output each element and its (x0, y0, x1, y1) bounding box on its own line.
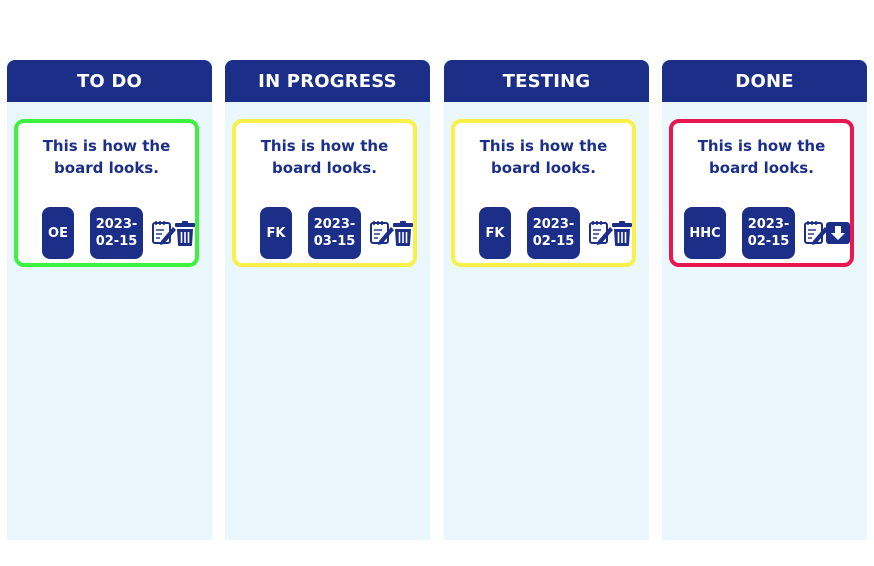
column-testing: TESTING This is how the board looks. FK … (444, 60, 649, 540)
assignee-badge: OE (42, 207, 74, 259)
task-card[interactable]: This is how the board looks. HHC 2023-02… (669, 119, 854, 267)
date-badge: 2023-02-15 (742, 207, 795, 259)
column-header-in-progress: IN PROGRESS (225, 60, 430, 102)
kanban-board: TO DO This is how the board looks. OE 20… (0, 0, 874, 566)
assignee-badge: HHC (684, 207, 726, 259)
column-header-done: DONE (662, 60, 867, 102)
task-card[interactable]: This is how the board looks. OE 2023-02-… (14, 119, 199, 267)
task-card[interactable]: This is how the board looks. FK 2023-03-… (232, 119, 417, 267)
date-badge: 2023-02-15 (90, 207, 143, 259)
task-card[interactable]: This is how the board looks. FK 2023-02-… (451, 119, 636, 267)
assignee-badge: FK (479, 207, 511, 259)
card-text: This is how the board looks. (260, 137, 389, 177)
assignee-badge: FK (260, 207, 292, 259)
column-done: DONE This is how the board looks. HHC 20… (662, 60, 867, 540)
column-header-todo: TO DO (7, 60, 212, 102)
column-todo: TO DO This is how the board looks. OE 20… (7, 60, 212, 540)
trash-icon[interactable] (174, 219, 196, 247)
trash-icon[interactable] (611, 219, 633, 247)
card-text: This is how the board looks. (479, 137, 608, 177)
trash-icon[interactable] (392, 219, 414, 247)
archive-download-icon[interactable] (825, 219, 851, 247)
card-text: This is how the board looks. (42, 137, 171, 177)
date-badge: 2023-03-15 (308, 207, 361, 259)
column-header-testing: TESTING (444, 60, 649, 102)
card-text: This is how the board looks. (697, 137, 826, 177)
column-in-progress: IN PROGRESS This is how the board looks.… (225, 60, 430, 540)
date-badge: 2023-02-15 (527, 207, 580, 259)
